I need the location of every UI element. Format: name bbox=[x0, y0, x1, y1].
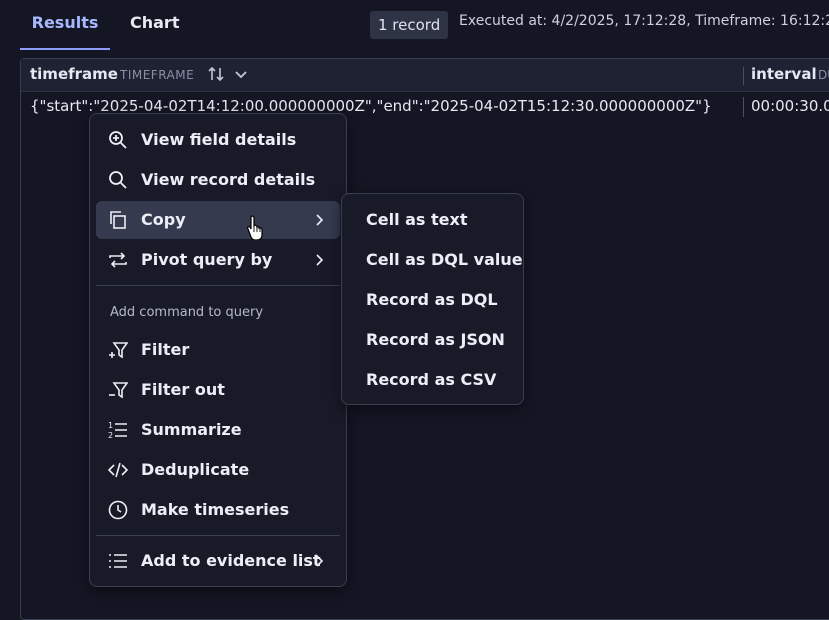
menu-item-deduplicate[interactable]: Deduplicate bbox=[96, 451, 340, 489]
menu-item-view-record-details[interactable]: View record details bbox=[96, 161, 340, 199]
summarize-icon: 12 bbox=[108, 420, 128, 440]
menu-separator bbox=[96, 285, 340, 286]
menu-item-filter[interactable]: Filter bbox=[96, 331, 340, 369]
column-divider[interactable] bbox=[743, 67, 744, 85]
chevron-down-icon[interactable] bbox=[233, 66, 249, 82]
hand-cursor-icon bbox=[247, 214, 265, 240]
menu-item-label: Summarize bbox=[141, 420, 242, 439]
sort-icon[interactable] bbox=[207, 64, 225, 84]
menu-item-label: Pivot query by bbox=[141, 250, 273, 269]
menu-item-filter-out[interactable]: Filter out bbox=[96, 371, 340, 409]
menu-item-label: Make timeseries bbox=[141, 500, 290, 519]
menu-item-label: View field details bbox=[141, 130, 297, 149]
list-icon bbox=[108, 551, 128, 571]
menu-item-make-timeseries[interactable]: Make timeseries bbox=[96, 491, 340, 529]
filter-add-icon bbox=[108, 340, 128, 360]
record-count-badge: 1 record bbox=[370, 11, 449, 39]
zoom-in-icon bbox=[108, 130, 128, 150]
table-cell-interval[interactable]: 00:00:30.0 bbox=[751, 97, 829, 115]
menu-item-label: Copy bbox=[141, 210, 186, 229]
copy-icon bbox=[108, 210, 128, 230]
search-icon bbox=[108, 170, 128, 190]
svg-text:1: 1 bbox=[108, 421, 113, 430]
column-header-interval[interactable]: interval bbox=[751, 65, 817, 83]
executed-info: Executed at: 4/2/2025, 17:12:28, Timefra… bbox=[459, 13, 829, 29]
menu-separator bbox=[96, 535, 340, 536]
submenu-item-cell-as-dql-value[interactable]: Cell as DQL value bbox=[366, 250, 523, 269]
column-type-interval: DU bbox=[818, 68, 829, 82]
svg-text:2: 2 bbox=[108, 431, 113, 440]
menu-item-label: View record details bbox=[141, 170, 316, 189]
menu-item-copy[interactable]: Copy bbox=[96, 201, 340, 239]
tab-chart[interactable]: Chart bbox=[130, 0, 179, 48]
menu-section-label: Add command to query bbox=[110, 305, 264, 320]
menu-item-pivot-query-by[interactable]: Pivot query by bbox=[96, 241, 340, 279]
tab-results[interactable]: Results bbox=[20, 0, 110, 50]
submenu-item-cell-as-text[interactable]: Cell as text bbox=[366, 210, 468, 229]
submenu-item-record-as-json[interactable]: Record as JSON bbox=[366, 330, 505, 349]
chevron-right-icon bbox=[312, 554, 326, 568]
submenu-item-record-as-dql[interactable]: Record as DQL bbox=[366, 290, 498, 309]
menu-item-label: Deduplicate bbox=[141, 460, 250, 479]
clock-icon bbox=[108, 500, 128, 520]
table-header: timeframe TIMEFRAME interval DU bbox=[21, 59, 829, 92]
menu-item-label: Filter out bbox=[141, 380, 225, 399]
menu-item-add-to-evidence-list[interactable]: Add to evidence list bbox=[96, 542, 340, 580]
menu-item-view-field-details[interactable]: View field details bbox=[96, 121, 340, 159]
pivot-icon bbox=[108, 250, 128, 270]
menu-item-label: Add to evidence list bbox=[141, 551, 321, 570]
copy-submenu: Cell as text Cell as DQL value Record as… bbox=[341, 193, 524, 405]
cell-divider bbox=[743, 97, 744, 117]
menu-item-label: Filter bbox=[141, 340, 190, 359]
code-icon bbox=[108, 460, 128, 480]
column-header-timeframe[interactable]: timeframe bbox=[30, 65, 118, 83]
context-menu: View field details View record details C… bbox=[89, 113, 347, 587]
submenu-item-record-as-csv[interactable]: Record as CSV bbox=[366, 370, 496, 389]
chevron-right-icon bbox=[312, 253, 326, 267]
column-type-timeframe: TIMEFRAME bbox=[120, 68, 195, 82]
menu-item-summarize[interactable]: 12 Summarize bbox=[96, 411, 340, 449]
filter-remove-icon bbox=[108, 380, 128, 400]
chevron-right-icon bbox=[312, 213, 326, 227]
